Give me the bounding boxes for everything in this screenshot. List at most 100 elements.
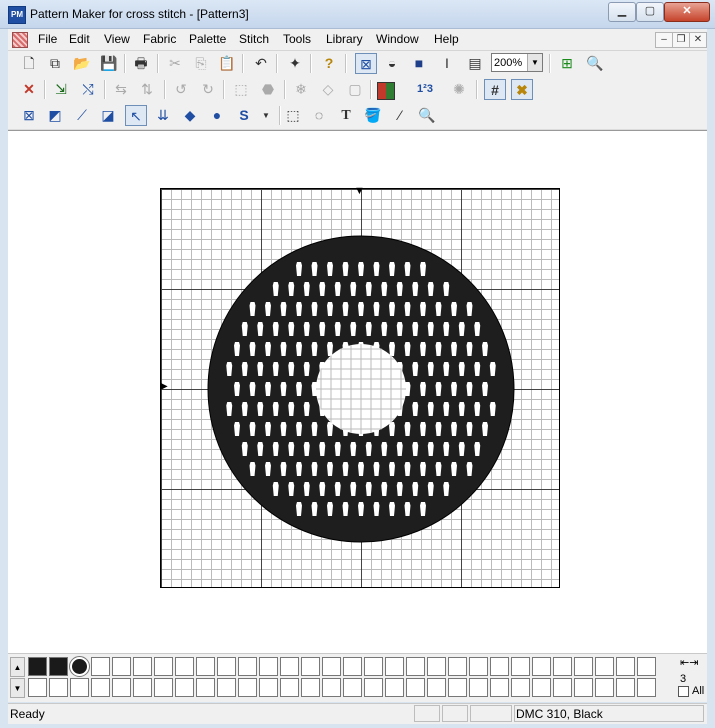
show-all-checkbox[interactable]: All <box>678 685 704 697</box>
palette-swatch[interactable] <box>280 678 299 697</box>
long-stitch-icon[interactable]: ⇊ <box>152 105 174 126</box>
palette-swatch[interactable] <box>406 657 425 676</box>
palette-swatch[interactable] <box>112 657 131 676</box>
palette-swatch[interactable] <box>490 657 509 676</box>
half-stitch-icon[interactable]: ⟋ <box>71 105 93 126</box>
mdi-restore-button[interactable]: ❐ <box>672 32 690 48</box>
palette-swatch[interactable] <box>49 678 68 697</box>
palette-swatch[interactable] <box>28 678 47 697</box>
cross-toggle-icon[interactable]: ✖ <box>511 79 533 100</box>
eyedropper-icon[interactable]: ⁄ <box>389 105 411 126</box>
checkbox-icon[interactable] <box>678 685 689 697</box>
full-cross-view-icon[interactable]: ⊠ <box>355 53 377 74</box>
fill-bucket-icon[interactable]: 🪣 <box>362 105 384 126</box>
palette-swatch[interactable] <box>574 678 593 697</box>
palette-swatch[interactable] <box>490 678 509 697</box>
palette-swatch[interactable] <box>28 657 47 676</box>
palette-swatch[interactable] <box>280 657 299 676</box>
save-icon[interactable]: 💾 <box>98 53 120 74</box>
palette-swatch[interactable] <box>595 678 614 697</box>
delete-icon[interactable]: ✕ <box>18 79 40 100</box>
page-icon[interactable]: ▤ <box>464 53 486 74</box>
palette-swatch[interactable] <box>301 678 320 697</box>
palette-swatch[interactable] <box>238 678 257 697</box>
palette-swatch[interactable] <box>553 678 572 697</box>
palette-swatch[interactable] <box>154 657 173 676</box>
menu-view[interactable]: View <box>104 32 130 46</box>
palette-swatch[interactable] <box>574 657 593 676</box>
document-icon[interactable] <box>12 32 28 48</box>
palette-swatch[interactable] <box>301 657 320 676</box>
palette-swatch[interactable] <box>133 657 152 676</box>
palette-swatch[interactable] <box>532 657 551 676</box>
replace-icon[interactable]: ⤭ <box>77 79 99 100</box>
palette-swatch[interactable] <box>133 678 152 697</box>
rotate-right-icon[interactable]: ↻ <box>197 79 219 100</box>
palette-swatch[interactable] <box>70 678 89 697</box>
palette-swatch[interactable] <box>595 657 614 676</box>
palette-page-arrows-icon[interactable]: ⇤⇥ <box>680 656 698 669</box>
palette-swatch[interactable] <box>112 678 131 697</box>
new-file-icon[interactable]: 🗋 <box>18 53 40 74</box>
close-button[interactable]: ✕ <box>664 2 710 22</box>
minimize-button[interactable]: ▁ <box>608 2 636 22</box>
select-color-icon[interactable]: ⬚ <box>230 79 252 100</box>
menu-window[interactable]: Window <box>376 32 419 46</box>
mdi-close-button[interactable]: ✕ <box>689 32 707 48</box>
palette-swatch[interactable] <box>259 678 278 697</box>
menu-palette[interactable]: Palette <box>189 32 226 46</box>
menu-edit[interactable]: Edit <box>69 32 90 46</box>
palette-swatch[interactable] <box>322 678 341 697</box>
palette-swatch[interactable] <box>175 678 194 697</box>
wizard-icon[interactable]: ✦ <box>284 53 306 74</box>
palette-swatch[interactable] <box>238 657 257 676</box>
menu-fabric[interactable]: Fabric <box>143 32 176 46</box>
mirror-horizontal-icon[interactable]: ⇆ <box>110 79 132 100</box>
palette-swatch[interactable] <box>217 657 236 676</box>
backstitch-icon[interactable]: ↖ <box>125 105 147 126</box>
palette-swatch[interactable] <box>427 678 446 697</box>
palette-swatch[interactable] <box>49 657 68 676</box>
fill-icon[interactable]: ⬣ <box>257 79 279 100</box>
palette-swatch[interactable] <box>427 657 446 676</box>
palette-swatch[interactable] <box>406 678 425 697</box>
palette-swatch[interactable] <box>364 678 383 697</box>
grid-toggle-icon[interactable]: # <box>484 79 506 100</box>
palette-colors-icon[interactable] <box>377 82 395 100</box>
palette-scroll-up-icon[interactable]: ▲ <box>10 657 25 677</box>
bead-icon[interactable]: ● <box>206 105 228 126</box>
help-icon[interactable]: ? <box>318 53 340 74</box>
palette-swatch[interactable] <box>616 657 635 676</box>
menu-help[interactable]: Help <box>434 32 459 46</box>
palette-swatch[interactable] <box>91 657 110 676</box>
palette-swatch[interactable] <box>364 657 383 676</box>
print-icon[interactable]: 🖶 <box>130 53 152 74</box>
copy-icon[interactable]: ⎘ <box>190 53 212 74</box>
three-quarter-stitch-icon[interactable]: ◩ <box>44 105 66 126</box>
palette-swatch[interactable] <box>69 656 90 677</box>
palette-swatch[interactable] <box>637 657 656 676</box>
palette-swatch[interactable] <box>196 657 215 676</box>
mdi-minimize-button[interactable]: ‒ <box>655 32 673 48</box>
numbers-icon[interactable]: 1²3 <box>414 79 436 100</box>
zoom-tool-icon[interactable]: 🔍 <box>584 53 606 74</box>
palette-swatch[interactable] <box>259 657 278 676</box>
palette-swatch[interactable] <box>91 678 110 697</box>
palette-swatch[interactable] <box>469 678 488 697</box>
palette-swatch[interactable] <box>154 678 173 697</box>
palette-swatch[interactable] <box>637 678 656 697</box>
menu-file[interactable]: File <box>38 32 57 46</box>
quarter-stitch-icon[interactable]: ◪ <box>97 105 119 126</box>
palette-swatch[interactable] <box>448 678 467 697</box>
open-folder-icon[interactable]: 📂 <box>71 53 93 74</box>
lasso-select-icon[interactable]: ◌ <box>308 105 330 126</box>
paste-icon[interactable]: 📋 <box>216 53 238 74</box>
mirror-vertical-icon[interactable]: ⇅ <box>136 79 158 100</box>
frame-icon[interactable]: ▢ <box>344 79 366 100</box>
palette-swatch[interactable] <box>553 657 572 676</box>
pattern-canvas[interactable]: ▼ ▶ <box>8 130 707 654</box>
menu-library[interactable]: Library <box>326 32 363 46</box>
full-stitch-icon[interactable]: ⊠ <box>18 105 40 126</box>
text-tool-icon[interactable]: T <box>335 105 357 126</box>
palette-swatch[interactable] <box>196 678 215 697</box>
